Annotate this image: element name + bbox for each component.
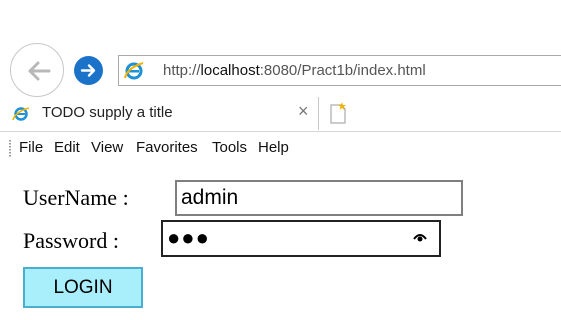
menu-edit[interactable]: Edit xyxy=(54,139,80,156)
tab-title: TODO supply a title xyxy=(42,104,173,121)
menu-favorites[interactable]: Favorites xyxy=(136,139,198,156)
menu-bar: File Edit View Favorites Tools Help xyxy=(0,131,561,165)
back-button[interactable] xyxy=(10,43,64,97)
login-button[interactable]: LOGIN xyxy=(23,267,143,308)
url-host: localhost xyxy=(200,62,260,79)
url-text: http://localhost:8080/Pract1b/index.html xyxy=(163,62,426,79)
menu-view[interactable]: View xyxy=(91,139,123,156)
reveal-password-icon[interactable] xyxy=(413,232,427,244)
password-mask: ●●● xyxy=(167,225,210,250)
menu-grip xyxy=(9,140,11,158)
password-label: Password : xyxy=(23,228,119,253)
menu-file[interactable]: File xyxy=(19,139,43,156)
ie-tab-icon xyxy=(12,107,30,121)
tab-strip: TODO supply a title × xyxy=(0,97,561,132)
page-content: UserName : Password : ●●● LOGIN xyxy=(0,166,561,320)
password-input[interactable]: ●●● xyxy=(161,220,441,257)
url-path: :8080/Pract1b/index.html xyxy=(259,62,426,79)
tab-close-icon[interactable]: × xyxy=(298,101,309,122)
navigation-bar: http://localhost:8080/Pract1b/index.html xyxy=(0,40,561,97)
new-tab-icon[interactable] xyxy=(325,99,351,127)
username-input[interactable] xyxy=(175,180,463,216)
forward-arrow-icon xyxy=(80,64,96,77)
menu-tools[interactable]: Tools xyxy=(212,139,247,156)
menu-help[interactable]: Help xyxy=(258,139,289,156)
username-label: UserName : xyxy=(23,185,129,210)
address-bar[interactable]: http://localhost:8080/Pract1b/index.html xyxy=(118,55,561,86)
ie-icon xyxy=(124,62,144,80)
back-arrow-icon xyxy=(28,61,51,81)
forward-button[interactable] xyxy=(74,56,103,85)
tab-active[interactable]: TODO supply a title × xyxy=(0,97,319,130)
url-prefix: http:// xyxy=(163,62,201,79)
